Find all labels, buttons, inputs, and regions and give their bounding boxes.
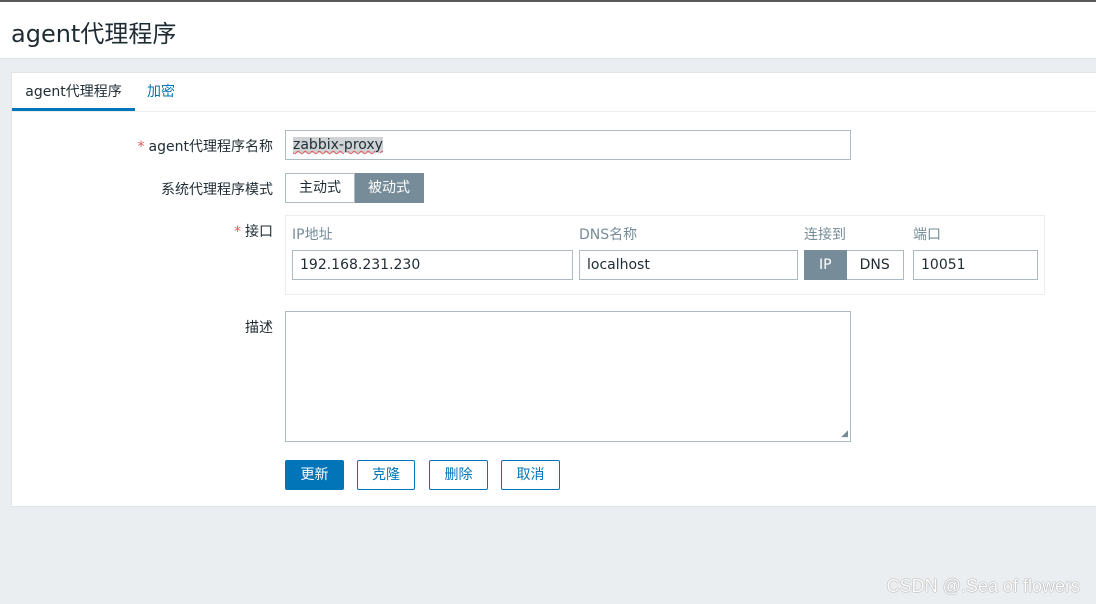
- connect-to-toggle: IP DNS: [804, 250, 904, 280]
- watermark: CSDN @.Sea of flowers: [886, 576, 1080, 596]
- tab-agent-proxy[interactable]: agent代理程序: [12, 73, 135, 111]
- proxy-name-value: zabbix-proxy: [293, 137, 383, 153]
- page-title: agent代理程序: [11, 20, 177, 48]
- resize-grip-icon[interactable]: ◢: [841, 430, 848, 439]
- required-mark: *: [137, 139, 145, 155]
- proxy-mode-toggle: 主动式 被动式: [285, 173, 424, 203]
- update-button[interactable]: 更新: [285, 460, 344, 490]
- cancel-button[interactable]: 取消: [501, 460, 560, 490]
- mode-active-option[interactable]: 主动式: [285, 173, 355, 203]
- interface-label-text: 接口: [245, 224, 273, 240]
- proxy-name-label-text: agent代理程序名称: [148, 139, 273, 155]
- tab-bar: agent代理程序 加密: [12, 73, 1096, 112]
- dns-name-header: DNS名称: [579, 227, 638, 243]
- ip-address-header: IP地址: [292, 227, 333, 243]
- clone-button[interactable]: 克隆: [357, 460, 415, 490]
- interface-table: IP地址 DNS名称 连接到 端口 192.168.231.230 localh…: [285, 215, 1045, 295]
- connect-to-header: 连接到: [804, 227, 846, 243]
- port-input[interactable]: 10051: [913, 250, 1038, 280]
- interface-label: * 接口: [234, 221, 273, 241]
- dns-name-input[interactable]: localhost: [579, 250, 798, 280]
- delete-button[interactable]: 删除: [429, 460, 488, 490]
- proxy-mode-label: 系统代理程序模式: [161, 182, 273, 198]
- mode-passive-option[interactable]: 被动式: [355, 173, 424, 203]
- connect-dns-option[interactable]: DNS: [846, 250, 904, 280]
- page-header: agent代理程序: [0, 2, 1096, 59]
- port-header: 端口: [913, 227, 941, 243]
- form-panel: agent代理程序 加密 * agent代理程序名称 zabbix-proxy 系…: [11, 72, 1096, 507]
- description-textarea[interactable]: ◢: [285, 311, 851, 442]
- ip-address-input[interactable]: 192.168.231.230: [292, 250, 573, 280]
- description-label: 描述: [245, 320, 273, 336]
- tab-encryption[interactable]: 加密: [147, 73, 175, 111]
- connect-ip-option[interactable]: IP: [804, 250, 847, 280]
- proxy-name-input[interactable]: zabbix-proxy: [285, 130, 851, 160]
- proxy-name-label: * agent代理程序名称: [138, 136, 273, 156]
- required-mark: *: [234, 224, 241, 240]
